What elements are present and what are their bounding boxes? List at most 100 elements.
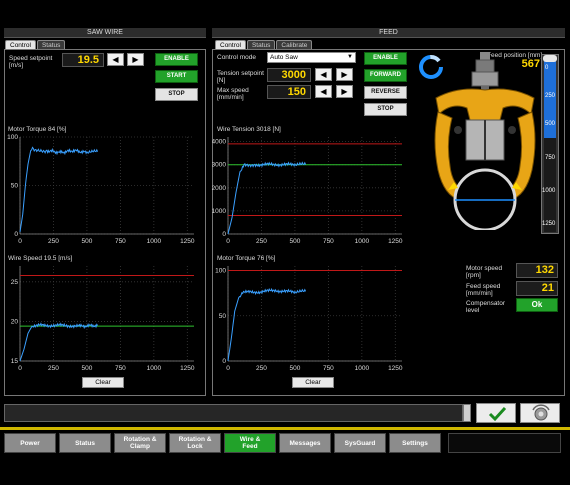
feed-tab-control[interactable]: Control xyxy=(215,40,246,49)
feed-tabs: Control Status Calibrate xyxy=(215,40,313,49)
gauge-tick-label: 0 xyxy=(545,65,549,71)
message-field[interactable] xyxy=(4,404,463,422)
nav-button[interactable]: Rotation & Lock xyxy=(169,433,221,453)
speed-increase-button[interactable]: ▶ xyxy=(127,53,144,66)
y-tick-label: 0 xyxy=(14,231,18,238)
y-tick-label: 25 xyxy=(11,279,19,286)
x-tick-label: 1000 xyxy=(147,365,162,372)
x-tick-label: 750 xyxy=(323,365,334,372)
feed-reverse-button[interactable]: REVERSE xyxy=(364,86,407,99)
x-tick-label: 750 xyxy=(115,238,126,245)
x-tick-label: 1250 xyxy=(180,238,195,245)
compensator-label-level: level xyxy=(466,307,480,314)
y-tick-label: 0 xyxy=(222,358,226,365)
reset-icon xyxy=(532,404,550,421)
x-tick-label: 0 xyxy=(226,365,230,372)
feed-position-gauge: 0 250 500 750 1000 1250 xyxy=(541,54,559,234)
saw-start-button[interactable]: START xyxy=(155,70,198,83)
motor-torque-chart: 0 250 500 750 1000 1250 0 50 100 xyxy=(7,134,195,245)
compensator-status-badge: Ok xyxy=(516,298,558,312)
gauge-tick-label: 500 xyxy=(545,121,556,127)
x-tick-label: 1000 xyxy=(147,238,162,245)
series-line xyxy=(227,287,307,362)
motor-speed-label: Motor speed xyxy=(466,265,503,272)
y-tick-label: 50 xyxy=(219,313,227,320)
max-speed-increase-button[interactable]: ▶ xyxy=(336,85,353,98)
y-tick-label: 0 xyxy=(222,231,226,238)
x-tick-label: 500 xyxy=(289,238,300,245)
saw-chart-clear-button[interactable]: Clear xyxy=(82,377,124,388)
status-divider xyxy=(0,427,570,430)
gauge-tick-label: 1000 xyxy=(542,188,556,194)
feed-chart-clear-button[interactable]: Clear xyxy=(292,377,334,388)
x-tick-label: 750 xyxy=(323,238,334,245)
x-tick-label: 1250 xyxy=(388,365,403,372)
max-speed-decrease-button[interactable]: ◀ xyxy=(315,85,332,98)
x-tick-label: 500 xyxy=(289,365,300,372)
x-tick-label: 0 xyxy=(18,365,22,372)
nav-button[interactable]: Power xyxy=(4,433,56,453)
y-tick-label: 1000 xyxy=(212,208,226,215)
compensator-label: Compensator xyxy=(466,300,506,307)
speed-decrease-button[interactable]: ◀ xyxy=(107,53,124,66)
series-line xyxy=(19,322,99,362)
saw-stop-button[interactable]: STOP xyxy=(155,88,198,101)
max-speed-value[interactable]: 150 xyxy=(267,85,311,99)
x-tick-label: 1000 xyxy=(355,238,370,245)
nav-button[interactable]: Rotation & Clamp xyxy=(114,433,166,453)
feed-speed-value: 21 xyxy=(516,281,558,296)
x-tick-label: 1000 xyxy=(355,365,370,372)
x-tick-label: 500 xyxy=(81,365,92,372)
feed-forward-button[interactable]: FORWARD xyxy=(364,69,407,82)
nav-empty-slot xyxy=(448,433,561,453)
x-tick-label: 750 xyxy=(115,365,126,372)
nav-button[interactable]: Settings xyxy=(389,433,441,453)
x-tick-label: 250 xyxy=(48,365,59,372)
tension-setpoint-label: Tension setpoint xyxy=(217,70,264,77)
x-tick-label: 1250 xyxy=(388,238,403,245)
saw-wire-tab-status[interactable]: Status xyxy=(36,40,66,49)
reset-button[interactable] xyxy=(520,403,560,423)
series-line xyxy=(227,161,307,235)
max-speed-label: Max speed xyxy=(217,87,249,94)
series-line xyxy=(19,146,99,233)
feed-tab-status[interactable]: Status xyxy=(246,40,276,49)
saw-wire-title: SAW WIRE xyxy=(4,28,206,38)
speed-setpoint-value[interactable]: 19.5 xyxy=(62,53,104,67)
tension-increase-button[interactable]: ▶ xyxy=(336,68,353,81)
motor-torque-chart-title: Motor Torque 84 [%] xyxy=(8,126,67,133)
nav-button[interactable]: Wire & Feed xyxy=(224,433,276,453)
x-tick-label: 500 xyxy=(81,238,92,245)
wire-tension-chart-title: Wire Tension 3018 [N] xyxy=(217,126,281,133)
saw-enable-button[interactable]: ENABLE xyxy=(155,53,198,66)
feed-stop-button[interactable]: STOP xyxy=(364,103,407,116)
x-tick-label: 0 xyxy=(226,238,230,245)
gauge-tick-label: 1250 xyxy=(542,221,556,227)
saw-wire-tab-control[interactable]: Control xyxy=(5,40,36,49)
y-tick-label: 50 xyxy=(11,183,19,190)
x-tick-label: 0 xyxy=(18,238,22,245)
control-mode-select[interactable]: Auto Saw ▼ xyxy=(267,52,356,63)
nav-button[interactable]: Messages xyxy=(279,433,331,453)
message-scroll-handle[interactable] xyxy=(463,404,471,422)
gauge-marker xyxy=(543,55,557,62)
x-tick-label: 250 xyxy=(256,238,267,245)
control-mode-value: Auto Saw xyxy=(270,54,298,61)
control-mode-label: Control mode xyxy=(217,54,257,61)
y-tick-label: 3000 xyxy=(212,162,226,169)
y-tick-label: 20 xyxy=(11,318,19,325)
y-tick-label: 2000 xyxy=(212,185,226,192)
y-tick-label: 4000 xyxy=(212,139,226,146)
speed-setpoint-unit: [m/s] xyxy=(9,62,24,69)
feed-tab-calibrate[interactable]: Calibrate xyxy=(276,40,313,49)
nav-button[interactable]: Status xyxy=(59,433,111,453)
tension-decrease-button[interactable]: ◀ xyxy=(315,68,332,81)
confirm-button[interactable] xyxy=(476,403,516,423)
feed-enable-button[interactable]: ENABLE xyxy=(364,52,407,65)
nav-button[interactable]: SysGuard xyxy=(334,433,386,453)
tension-setpoint-value[interactable]: 3000 xyxy=(267,68,311,82)
feed-speed-unit: [mm/min] xyxy=(466,290,493,297)
gauge-tick-label: 750 xyxy=(545,155,556,161)
motor-speed-value: 132 xyxy=(516,263,558,278)
feed-motor-torque-chart-title: Motor Torque 76 [%] xyxy=(217,255,276,262)
